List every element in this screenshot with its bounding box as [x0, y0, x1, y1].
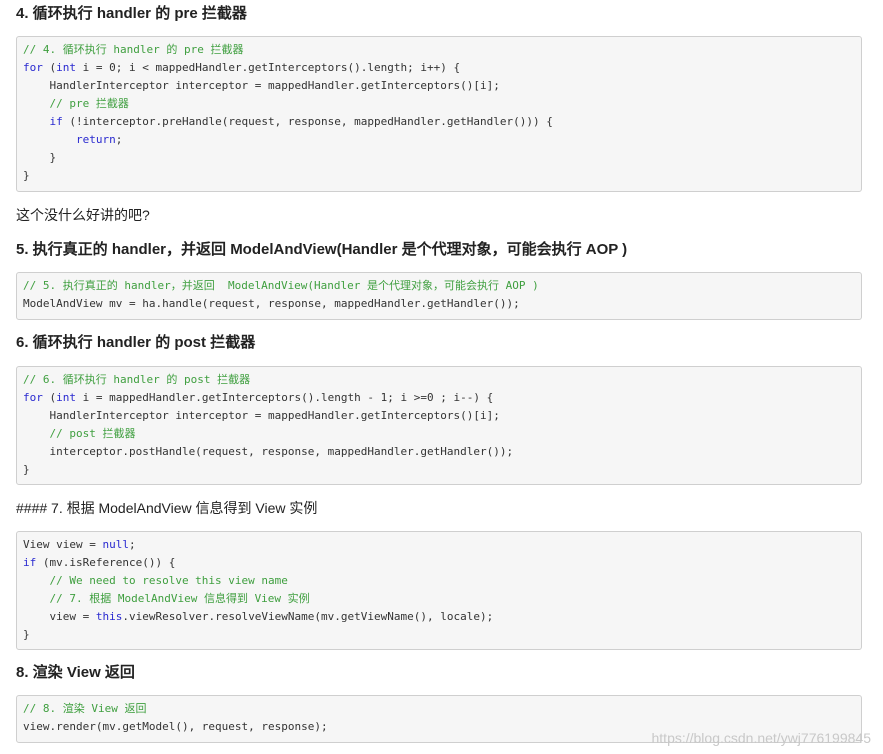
- code-block-4: // 4. 循环执行 handler 的 pre 拦截器 for (int i …: [16, 36, 862, 192]
- code-text: i = mappedHandler.getInterceptors().leng…: [76, 391, 494, 404]
- code-text: (!interceptor.preHandle(request, respons…: [62, 115, 553, 128]
- code-line: // pre 拦截器: [23, 97, 129, 110]
- section-7-heading: #### 7. 根据 ModelAndView 信息得到 View 实例: [16, 500, 318, 516]
- code-line: interceptor.postHandle(request, response…: [23, 445, 514, 458]
- code-line: // 4. 循环执行 handler 的 pre 拦截器: [23, 43, 244, 56]
- watermark: https://blog.csdn.net/ywj776199845: [651, 730, 872, 746]
- code-text: (: [42, 61, 57, 74]
- code-line: return;: [23, 131, 122, 149]
- code-line: // 5. 执行真正的 handler，并返回 ModelAndView(Han…: [23, 279, 539, 292]
- code-text: (: [42, 391, 57, 404]
- keyword: for: [23, 391, 43, 404]
- keyword: null: [102, 538, 129, 551]
- keyword: return: [75, 133, 116, 146]
- code-line: for (int i = 0; i < mappedHandler.getInt…: [23, 59, 460, 77]
- code-line: HandlerInterceptor interceptor = mappedH…: [23, 409, 500, 422]
- section-4-heading: 4. 循环执行 handler 的 pre 拦截器: [16, 5, 247, 22]
- code-line: if (mv.isReference()) {: [23, 554, 175, 572]
- code-text: View view =: [23, 538, 103, 551]
- code-line: }: [23, 628, 30, 641]
- section-5-heading: 5. 执行真正的 handler，并返回 ModelAndView(Handle…: [16, 241, 628, 258]
- code-text: ;: [128, 538, 136, 551]
- code-text: i = 0; i < mappedHandler.getInterceptors…: [76, 61, 461, 74]
- code-line: }: [23, 151, 57, 164]
- code-line: ModelAndView mv = ha.handle(request, res…: [23, 297, 520, 310]
- code-block-7: View view = null; if (mv.isReference()) …: [16, 531, 862, 650]
- keyword: if: [49, 115, 63, 128]
- code-text: ;: [115, 133, 123, 146]
- keyword: for: [23, 61, 43, 74]
- article-page: 4. 循环执行 handler 的 pre 拦截器 // 4. 循环执行 han…: [0, 0, 883, 754]
- code-line: }: [23, 169, 30, 182]
- code-line: HandlerInterceptor interceptor = mappedH…: [23, 79, 500, 92]
- code-line: }: [23, 463, 30, 476]
- keyword: int: [56, 391, 76, 404]
- code-line: // 6. 循环执行 handler 的 post 拦截器: [23, 373, 251, 386]
- code-line: view = this.viewResolver.resolveViewName…: [23, 608, 493, 626]
- code-text: (mv.isReference()) {: [36, 556, 176, 569]
- code-block-5: // 5. 执行真正的 handler，并返回 ModelAndView(Han…: [16, 272, 862, 320]
- section-6-heading: 6. 循环执行 handler 的 post 拦截器: [16, 334, 256, 351]
- section-8-heading: 8. 渲染 View 返回: [16, 664, 135, 681]
- paragraph: 这个没什么好讲的吧?: [16, 207, 150, 223]
- code-line: // We need to resolve this view name: [23, 574, 288, 587]
- code-text: .viewResolver.resolveViewName(mv.getView…: [122, 610, 494, 623]
- keyword: this: [95, 610, 123, 623]
- code-line: view.render(mv.getModel(), request, resp…: [23, 720, 328, 733]
- code-line: // 8. 渲染 View 返回: [23, 702, 147, 715]
- code-line: View view = null;: [23, 536, 136, 554]
- code-line: // post 拦截器: [23, 427, 136, 440]
- code-line: for (int i = mappedHandler.getIntercepto…: [23, 389, 493, 407]
- code-line: if (!interceptor.preHandle(request, resp…: [23, 113, 553, 131]
- keyword: int: [56, 61, 76, 74]
- code-line: // 7. 根据 ModelAndView 信息得到 View 实例: [23, 592, 310, 605]
- code-text: view =: [23, 610, 96, 623]
- keyword: if: [23, 556, 37, 569]
- code-block-6: // 6. 循环执行 handler 的 post 拦截器 for (int i…: [16, 366, 862, 485]
